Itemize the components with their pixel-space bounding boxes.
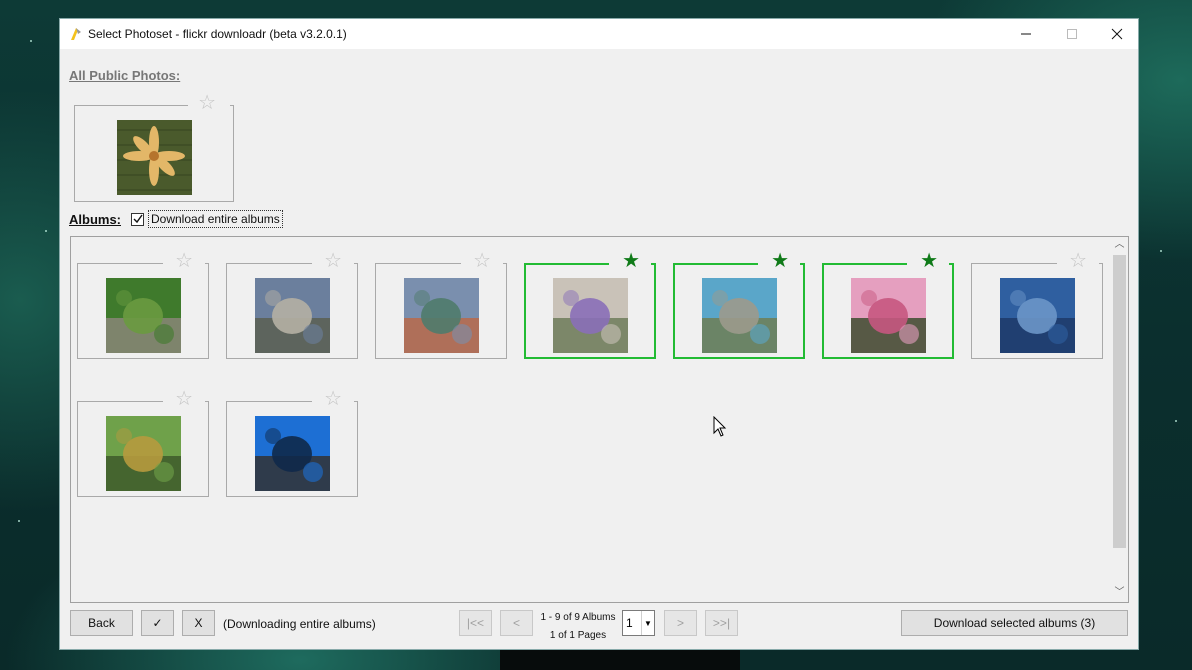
scroll-up-icon[interactable]: ︿ [1114,239,1125,251]
select-all-button[interactable]: ✓ [141,610,174,636]
albums-grid[interactable]: ☆ ☆ ☆ ★ ★ ★ ☆ ☆ ☆ ︿ ﹀ [70,236,1129,603]
public-photos-thumbnail [117,120,192,195]
title-bar: Select Photoset - flickr downloadr (beta… [60,19,1138,49]
album-tile[interactable]: ☆ [971,251,1103,359]
album-tile[interactable]: ☆ [226,389,358,497]
scroll-down-icon[interactable]: ﹀ [1114,587,1125,599]
close-button[interactable] [1094,19,1140,49]
album-thumbnail [553,278,628,353]
dropdown-arrow-icon[interactable]: ▼ [641,611,654,635]
favorite-star-icon[interactable]: ☆ [175,251,193,271]
album-thumbnail [106,416,181,491]
favorite-star-icon[interactable]: ★ [771,251,789,271]
close-icon [1111,28,1123,40]
favorite-star-icon[interactable]: ☆ [198,93,216,113]
favorite-star-icon[interactable]: ☆ [1069,251,1087,271]
album-thumbnail [255,278,330,353]
download-entire-albums-label[interactable]: Download entire albums [148,210,283,228]
maximize-icon [1067,29,1077,39]
app-logo-icon [69,26,83,42]
album-thumbnail [106,278,181,353]
clear-selection-button[interactable]: X [182,610,215,636]
app-window: Select Photoset - flickr downloadr (beta… [59,18,1139,650]
prev-page-button[interactable]: < [500,610,533,636]
minimize-button[interactable] [1003,19,1049,49]
sky-star [30,40,32,42]
album-thumbnail [255,416,330,491]
album-tile[interactable]: ★ [673,251,805,359]
favorite-star-icon[interactable]: ★ [622,251,640,271]
favorite-star-icon[interactable]: ☆ [175,389,193,409]
page-select[interactable]: 1 ▼ [622,610,655,636]
album-tile[interactable]: ☆ [77,389,209,497]
sky-star [45,230,47,232]
download-selected-albums-button[interactable]: Download selected albums (3) [901,610,1128,636]
album-tile[interactable]: ☆ [375,251,507,359]
mouse-cursor-icon [713,416,727,437]
page-count-text: 1 of 1 Pages [549,630,607,641]
favorite-star-icon[interactable]: ☆ [473,251,491,271]
all-public-photos-link[interactable]: All Public Photos: [69,68,180,83]
window-title: Select Photoset - flickr downloadr (beta… [88,27,347,41]
checkmark-icon [133,214,143,224]
scroll-thumb[interactable] [1113,255,1126,548]
public-photos-tile[interactable]: ☆ [74,93,234,202]
album-tile[interactable]: ★ [822,251,954,359]
favorite-star-icon[interactable]: ☆ [324,251,342,271]
tree-silhouette [500,642,740,670]
album-tile[interactable]: ☆ [77,251,209,359]
album-thumbnail [1000,278,1075,353]
album-range-text: 1 - 9 of 9 Albums [540,612,616,623]
page-select-value: 1 [626,616,633,630]
back-button[interactable]: Back [70,610,133,636]
next-page-button[interactable]: > [664,610,697,636]
favorite-star-icon[interactable]: ☆ [324,389,342,409]
minimize-icon [1021,33,1031,35]
checkbox-box[interactable] [131,212,144,226]
album-thumbnail [702,278,777,353]
album-tile[interactable]: ★ [524,251,656,359]
albums-label: Albums: [69,212,121,227]
last-page-button[interactable]: >>| [705,610,738,636]
vertical-scrollbar[interactable]: ︿ ﹀ [1111,237,1128,602]
album-tile[interactable]: ☆ [226,251,358,359]
album-thumbnail [851,278,926,353]
pager-info: 1 - 9 of 9 Albums 1 of 1 Pages [530,609,626,645]
download-entire-albums-checkbox[interactable]: Download entire albums [131,210,283,228]
first-page-button[interactable]: |<< [459,610,492,636]
maximize-button[interactable] [1049,19,1095,49]
sky-star [18,520,20,522]
sky-star [1175,420,1177,422]
album-thumbnail [404,278,479,353]
sky-star [1160,250,1162,252]
favorite-star-icon[interactable]: ★ [920,251,938,271]
status-text: (Downloading entire albums) [223,617,376,631]
